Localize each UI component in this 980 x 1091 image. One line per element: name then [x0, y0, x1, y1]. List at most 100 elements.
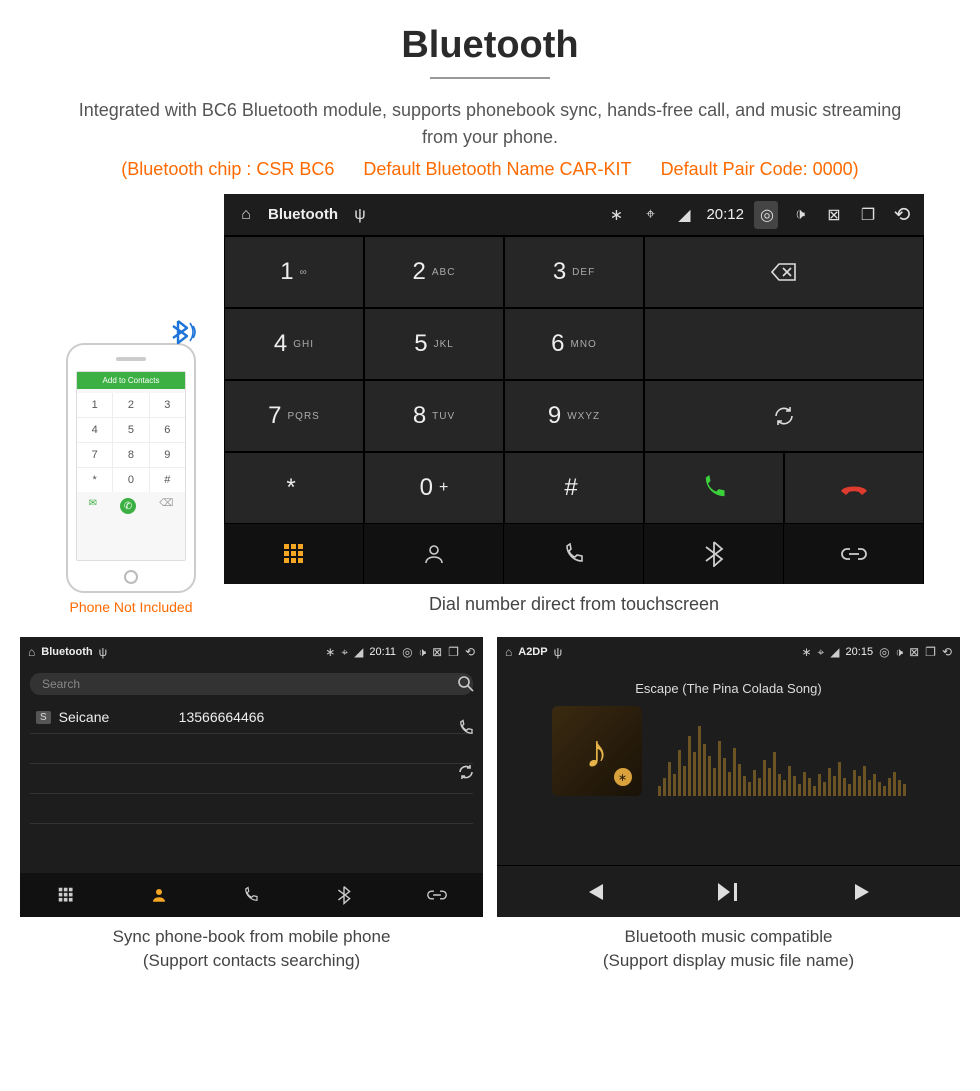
contact-row[interactable]: S Seicane 13566664466 — [30, 701, 473, 734]
sync-icon[interactable] — [457, 763, 475, 781]
call-button[interactable] — [644, 452, 784, 524]
tab-contacts[interactable] — [364, 524, 504, 584]
tab-history[interactable] — [504, 524, 644, 584]
dial-key-4[interactable]: 4GHI — [224, 308, 364, 380]
phone-key: 4 — [77, 418, 112, 442]
dialer-device: ⌂ Bluetooth ψ ∗ ⌖ ◢ 20:12 ◎ 🕩 ⊠ ❐ ⟲ 1∞2A… — [224, 194, 924, 584]
recent-icon[interactable]: ❐ — [925, 645, 936, 659]
title-underline — [430, 77, 550, 79]
next-track-button[interactable] — [853, 881, 875, 903]
page-title: Bluetooth — [0, 0, 980, 67]
status-time: 20:11 — [369, 646, 396, 658]
tab-contacts[interactable] — [113, 873, 206, 917]
wifi-icon: ◢ — [830, 645, 839, 659]
dial-key-*[interactable]: * — [224, 452, 364, 524]
phonebook-device: ⌂ Bluetooth ψ ∗ ⌖ ◢ 20:11 ◎ 🕩 ⊠ ❐ ⟲ Sear… — [20, 637, 483, 917]
dial-key-8[interactable]: 8TUV — [364, 380, 504, 452]
spec-chip: (Bluetooth chip : CSR BC6 — [121, 159, 334, 179]
bluetooth-icon: ∗ — [801, 645, 811, 659]
status-title: Bluetooth — [41, 646, 92, 658]
phonebook-caption: Sync phone-book from mobile phone (Suppo… — [20, 925, 483, 973]
camera-icon[interactable]: ◎ — [879, 645, 889, 659]
dial-key-3[interactable]: 3DEF — [504, 236, 644, 308]
camera-icon[interactable]: ◎ — [754, 201, 778, 229]
play-pause-button[interactable] — [716, 881, 742, 903]
spec-name: Default Bluetooth Name CAR-KIT — [363, 159, 631, 179]
tab-link[interactable] — [784, 524, 924, 584]
wifi-icon: ◢ — [354, 645, 363, 659]
close-icon[interactable]: ⊠ — [822, 205, 846, 225]
phone-key: 2 — [113, 393, 148, 417]
bluetooth-signal-icon — [170, 317, 200, 347]
home-icon[interactable]: ⌂ — [234, 206, 258, 224]
bluetooth-icon: ∗ — [325, 645, 335, 659]
dial-key-6[interactable]: 6MNO — [504, 308, 644, 380]
call-icon[interactable] — [457, 719, 475, 737]
status-title: A2DP — [518, 646, 547, 658]
dial-key-1[interactable]: 1∞ — [224, 236, 364, 308]
contact-name: Seicane — [59, 709, 179, 725]
usb-icon: ψ — [348, 206, 372, 224]
phone-key: 3 — [150, 393, 185, 417]
intro-text: Integrated with BC6 Bluetooth module, su… — [0, 97, 980, 151]
search-input[interactable]: Search — [30, 673, 473, 695]
back-icon[interactable]: ⟲ — [465, 645, 475, 659]
status-time: 20:15 — [846, 646, 874, 658]
spec-pair: Default Pair Code: 0000) — [661, 159, 859, 179]
bluetooth-icon: ∗ — [604, 205, 628, 225]
back-icon[interactable]: ⟲ — [890, 202, 914, 227]
close-icon[interactable]: ⊠ — [432, 645, 442, 659]
status-time: 20:12 — [706, 206, 744, 223]
end-call-button[interactable] — [784, 452, 924, 524]
backspace-icon: ⌫ — [159, 498, 173, 514]
backspace-button[interactable] — [644, 236, 924, 308]
empty-cell — [644, 308, 924, 380]
status-title: Bluetooth — [268, 206, 338, 223]
tab-link[interactable] — [390, 873, 483, 917]
recent-icon[interactable]: ❐ — [448, 645, 459, 659]
dial-key-2[interactable]: 2ABC — [364, 236, 504, 308]
contact-badge: S — [36, 711, 51, 724]
usb-icon: ψ — [99, 645, 108, 659]
prev-track-button[interactable] — [583, 881, 605, 903]
search-icon[interactable] — [457, 675, 475, 693]
dial-key-9[interactable]: 9WXYZ — [504, 380, 644, 452]
camera-icon[interactable]: ◎ — [402, 645, 412, 659]
phone-key: 7 — [77, 443, 112, 467]
home-icon[interactable]: ⌂ — [28, 645, 35, 659]
tab-dialpad[interactable] — [224, 524, 364, 584]
usb-icon: ψ — [554, 645, 563, 659]
phone-note: Phone Not Included — [56, 599, 206, 615]
home-icon[interactable]: ⌂ — [505, 645, 512, 659]
location-icon: ⌖ — [638, 206, 662, 224]
wifi-icon: ◢ — [672, 205, 696, 225]
dial-key-#[interactable]: # — [504, 452, 644, 524]
location-icon: ⌖ — [341, 645, 348, 660]
recent-icon[interactable]: ❐ — [856, 205, 880, 225]
phone-mock: Add to Contacts 123456789*0# ✉ ✆ ⌫ Phone… — [56, 343, 206, 615]
spec-line: (Bluetooth chip : CSR BC6 Default Blueto… — [0, 159, 980, 180]
back-icon[interactable]: ⟲ — [942, 645, 952, 659]
redial-button[interactable] — [644, 380, 924, 452]
bluetooth-badge-icon: ∗ — [614, 768, 632, 786]
volume-icon[interactable]: 🕩 — [419, 645, 427, 660]
music-caption: Bluetooth music compatible (Support disp… — [497, 925, 960, 973]
dial-key-7[interactable]: 7PQRS — [224, 380, 364, 452]
volume-icon[interactable]: 🕩 — [896, 645, 904, 660]
phone-key: 6 — [150, 418, 185, 442]
phone-mock-header: Add to Contacts — [77, 372, 185, 389]
phone-key: 0 — [113, 468, 148, 492]
close-icon[interactable]: ⊠ — [909, 645, 919, 659]
tab-history[interactable] — [205, 873, 298, 917]
dialer-caption: Dial number direct from touchscreen — [224, 594, 924, 615]
tab-bluetooth[interactable] — [298, 873, 391, 917]
phone-key: 8 — [113, 443, 148, 467]
phone-key: * — [77, 468, 112, 492]
dial-key-5[interactable]: 5JKL — [364, 308, 504, 380]
tab-dialpad[interactable] — [20, 873, 113, 917]
phone-key: 1 — [77, 393, 112, 417]
tab-bluetooth[interactable] — [644, 524, 784, 584]
volume-icon[interactable]: 🕩 — [788, 206, 812, 224]
dial-key-0[interactable]: 0+ — [364, 452, 504, 524]
call-icon: ✆ — [120, 498, 136, 514]
